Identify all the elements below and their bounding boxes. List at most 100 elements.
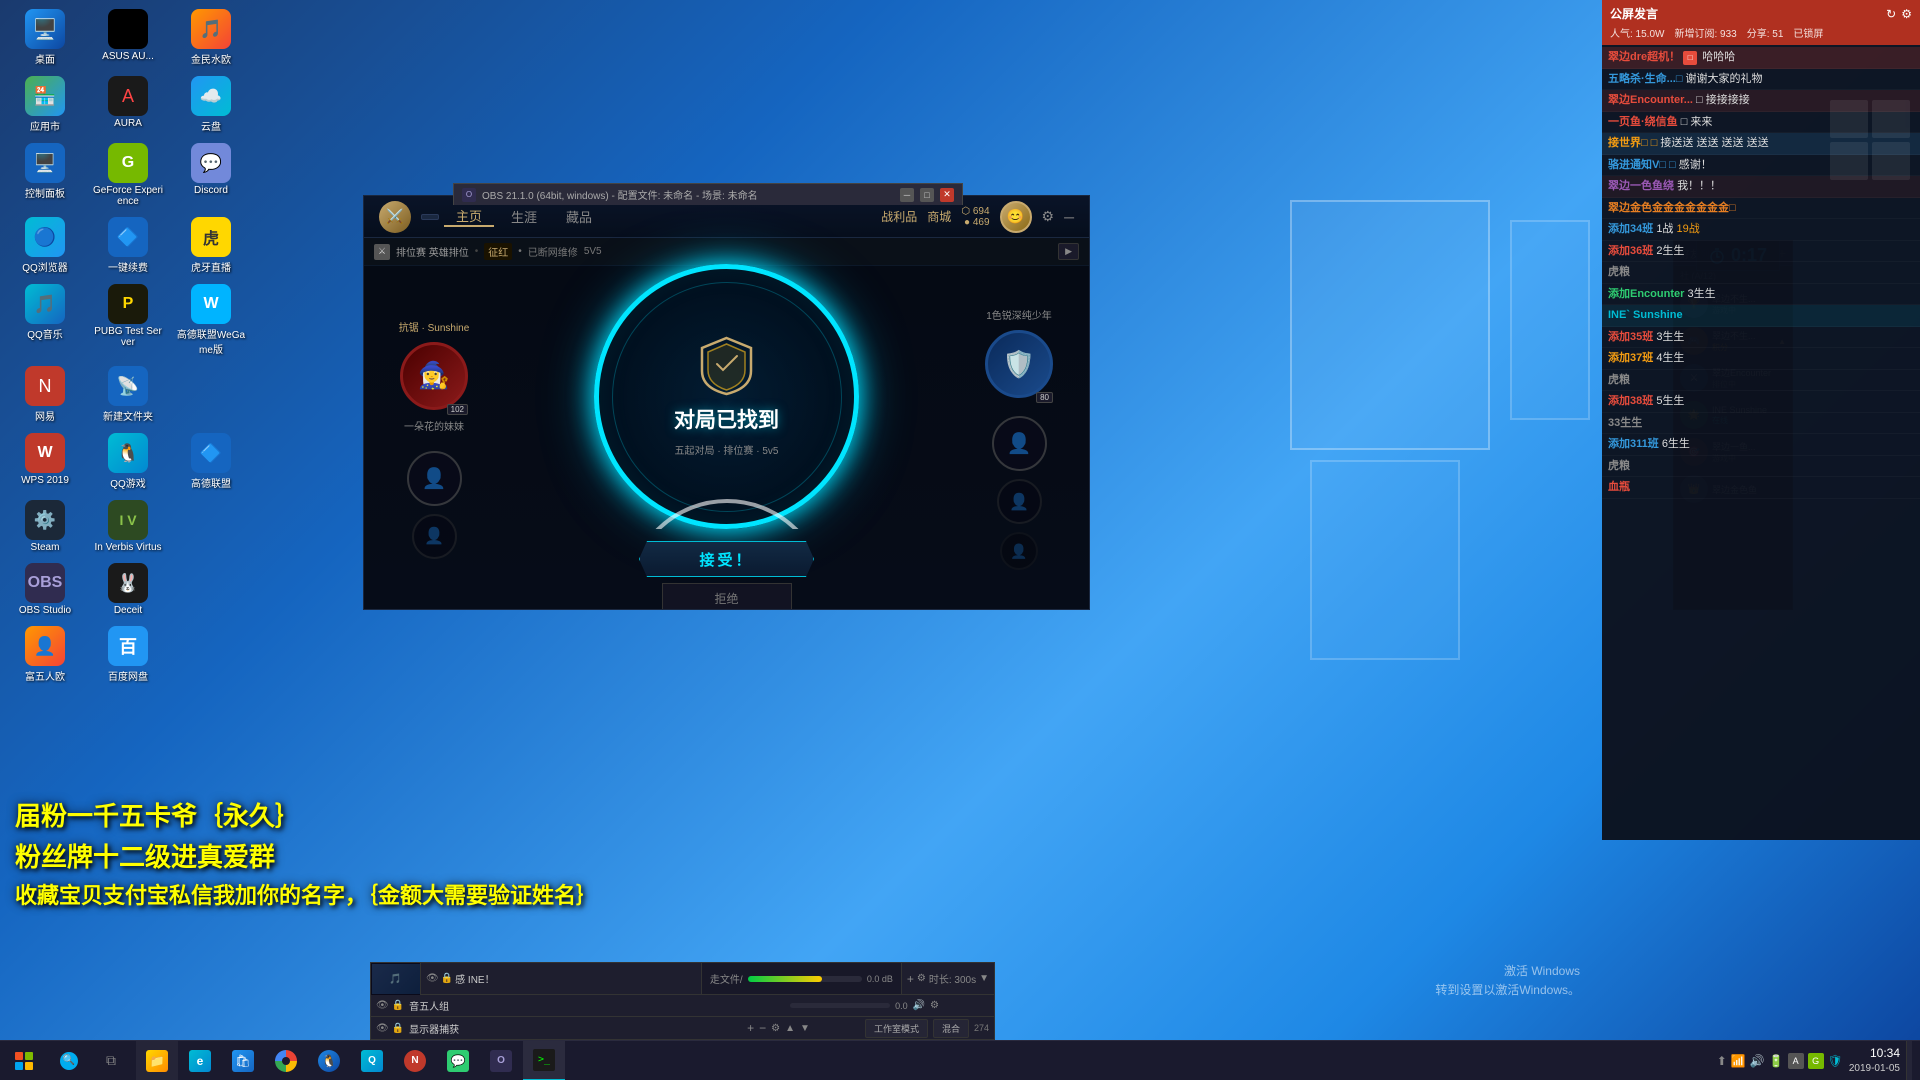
desktop-icon-xinhao[interactable]: 📡 新建文件夹 — [88, 362, 168, 427]
start-button[interactable] — [0, 1041, 48, 1080]
desktop-icons-left: 🖥️ 桌面 A ASUS AU... 🎵 金民水欧 🏪 应用市 A AURA — [5, 5, 251, 687]
obs-maximize-btn[interactable]: □ — [920, 188, 934, 202]
obs-volume-bar[interactable] — [748, 976, 862, 982]
obs-panel-controls: + ⚙ 时长: 300s ▼ — [901, 963, 994, 994]
lol-nav-career[interactable]: 生涯 — [499, 207, 549, 226]
desktop-icon-jinmin[interactable]: 🎵 金民水欧 — [171, 5, 251, 70]
obs-vol-bar-2[interactable] — [790, 1003, 890, 1008]
desktop-icon-renew[interactable]: 🔷 一键续费 — [88, 213, 168, 278]
obs-close-btn[interactable]: ✕ — [940, 188, 954, 202]
chat-line-16: 虎粮 — [1602, 370, 1920, 392]
chat-settings-icon[interactable]: ⚙ — [1901, 7, 1912, 21]
champ-portrait-left2: 👤 — [407, 451, 462, 506]
lol-nav-shop[interactable]: 商城 — [927, 208, 951, 225]
taskbar-explorer[interactable]: 📁 — [136, 1041, 178, 1080]
desktop-icon-deceit[interactable]: 🐰 Deceit — [88, 559, 168, 620]
taskbar-netease[interactable]: N — [394, 1041, 436, 1080]
taskbar-misc[interactable]: O — [480, 1041, 522, 1080]
desktop-icon-qq[interactable]: 🐧 QQ游戏 — [88, 429, 168, 494]
tray-icon-geforce2[interactable]: G — [1808, 1053, 1824, 1069]
chat-line-3: 翠边Encounter... □ 接接接接 — [1602, 90, 1920, 112]
tray-icon-battery[interactable]: 🔋 — [1769, 1054, 1784, 1068]
lol-settings-icon[interactable]: ⚙ — [1042, 208, 1055, 225]
obs-source-label-3: 显示器捕获 — [409, 1021, 459, 1036]
obs-mute-icon-2[interactable]: 🔊 — [913, 1000, 925, 1011]
obs-add-source-btn[interactable]: + — [747, 1021, 754, 1035]
taskbar-clock[interactable]: 10:34 2019-01-05 — [1849, 1046, 1900, 1075]
lol-queue-toggle[interactable]: ▶ — [1058, 243, 1079, 260]
activate-windows: 激活 Windows 转到设置以激活Windows。 — [1435, 962, 1580, 1000]
desktop-icon-inverbis[interactable]: I V In Verbis Virtus — [88, 496, 168, 557]
desktop-icon-wegame2[interactable]: W 高德联盟WeGame版 — [171, 280, 251, 360]
desktop-icon-gaodeshu[interactable]: 🔷 高德联盟 — [171, 429, 251, 494]
obs-source-label-2: 音五人组 — [409, 998, 449, 1013]
obs-src-settings-btn[interactable]: ⚙ — [771, 1023, 780, 1034]
desktop-icon-desktop[interactable]: 🖥️ 桌面 — [5, 5, 85, 70]
obs-eye-3[interactable]: 👁 — [376, 1023, 389, 1034]
decline-button[interactable]: 拒绝 — [662, 583, 792, 610]
taskbar-store[interactable]: 🛍 — [222, 1041, 264, 1080]
lol-nav-home[interactable]: 主页 — [444, 206, 494, 227]
desktop-icon-asus[interactable]: A ASUS AU... — [88, 5, 168, 70]
lol-nav-items[interactable]: 藏品 — [554, 207, 604, 226]
desktop-icon-qqbrowser[interactable]: 🔵 QQ浏览器 — [5, 213, 85, 278]
match-found-center: 对局已找到 五起对局 · 排位赛 · 5v5 接受！ 拒绝 — [484, 264, 969, 610]
lol-queue-mode: • — [518, 246, 522, 257]
desktop-icon-bidu[interactable]: 百 百度网盘 — [88, 622, 168, 687]
lol-nav-rewards[interactable]: 战利品 — [881, 208, 917, 225]
chat-line-18: 33生生 — [1602, 413, 1920, 435]
lol-queue-rank: 征红 — [484, 243, 512, 260]
chat-refresh-icon[interactable]: ↻ — [1886, 7, 1896, 21]
right-team-champs: 1色锐深纯少年 🛡️ 80 👤 👤 👤 — [969, 307, 1069, 570]
show-desktop-btn[interactable] — [1906, 1041, 1912, 1080]
desktop-icon-cloud[interactable]: ☁️ 云盘 — [171, 72, 251, 137]
obs-lock-2[interactable]: 🔒 — [392, 1000, 404, 1011]
chat-line-8: 翠边金色金金金金金金金□ — [1602, 198, 1920, 220]
tray-icon-1[interactable]: ⬆ — [1717, 1054, 1727, 1068]
taskbar-search[interactable]: 🔍 — [48, 1041, 90, 1080]
desktop-icon-appstore[interactable]: 🏪 应用市 — [5, 72, 85, 137]
taskbar-cmd[interactable]: >_ — [523, 1041, 565, 1080]
task-view-btn[interactable]: ⧉ — [90, 1041, 132, 1080]
obs-del-source-btn[interactable]: − — [759, 1021, 766, 1035]
desktop-icon-geforce[interactable]: G GeForce Experience — [88, 139, 168, 211]
desktop-icon-wuliu[interactable]: 👤 富五人欧 — [5, 622, 85, 687]
desktop-icon-steam[interactable]: ⚙️ Steam — [5, 496, 85, 557]
taskbar-qq2[interactable]: Q — [351, 1041, 393, 1080]
desktop-icon-controlpanel[interactable]: 🖥️ 控制面板 — [5, 139, 85, 211]
match-glow-circle: 对局已找到 五起对局 · 排位赛 · 5v5 — [594, 264, 859, 529]
bottom-overlay-text: 届粉一千五卡爷｛永久｝ 粉丝牌十二级进真爱群 收藏宝贝支付宝私信我加你的名字，｛… — [0, 796, 1580, 910]
taskbar-wechat[interactable]: 💬 — [437, 1041, 479, 1080]
obs-eye-icon[interactable]: 👁 — [426, 973, 439, 984]
obs-thumbnail: 🎵 — [371, 963, 421, 995]
obs-src-up-btn[interactable]: ▲ — [785, 1023, 795, 1034]
taskbar-qq[interactable]: 🐧 — [308, 1041, 350, 1080]
obs-eye-2[interactable]: 👁 — [376, 1000, 389, 1011]
desktop-icon-wps[interactable]: W WPS 2019 — [5, 429, 85, 494]
tray-icon-volume[interactable]: 🔊 — [1750, 1054, 1765, 1068]
desktop-icon-obs[interactable]: OBS OBS Studio — [5, 559, 85, 620]
desktop-icon-discord[interactable]: 💬 Discord — [171, 139, 251, 211]
left-team-champs: 抗锯 · Sunshine 🧙‍♀️ 102 一朵花的妹妹 👤 👤 — [384, 319, 484, 559]
desktop-icon-wangyi[interactable]: N 网易 — [5, 362, 85, 427]
tray-icon-asus[interactable]: A — [1788, 1053, 1804, 1069]
desktop-icon-qqmusic[interactable]: 🎵 QQ音乐 — [5, 280, 85, 360]
obs-lock-3[interactable]: 🔒 — [392, 1023, 404, 1034]
desktop-icon-aura[interactable]: A AURA — [88, 72, 168, 137]
desktop-icon-pubg[interactable]: P PUBG Test Server — [88, 280, 168, 360]
obs-settings-icon-2[interactable]: ⚙ — [930, 1000, 939, 1011]
overlay-line3: 收藏宝贝支付宝私信我加你的名字，｛金额大需要验证姓名｝ — [15, 878, 1565, 910]
accept-button[interactable]: 接受！ — [639, 541, 814, 577]
lol-minimize-icon[interactable]: ─ — [1064, 209, 1074, 225]
tray-icon-wifi[interactable]: 📶 — [1731, 1054, 1746, 1068]
obs-add-scene-btn[interactable]: + — [907, 972, 914, 986]
obs-src-down-btn[interactable]: ▼ — [800, 1023, 810, 1034]
taskbar-chrome[interactable] — [265, 1041, 307, 1080]
obs-lock-icon[interactable]: 🔒 — [441, 973, 453, 984]
desktop-icon-huya[interactable]: 虎 虎牙直播 — [171, 213, 251, 278]
obs-settings-icon[interactable]: ⚙ — [917, 973, 926, 984]
taskbar-edge[interactable]: e — [179, 1041, 221, 1080]
obs-minimize-btn[interactable]: ─ — [900, 188, 914, 202]
obs-mix-btn[interactable]: 混合 — [933, 1019, 969, 1038]
tray-icon-shield[interactable]: 🛡 — [1828, 1054, 1843, 1068]
